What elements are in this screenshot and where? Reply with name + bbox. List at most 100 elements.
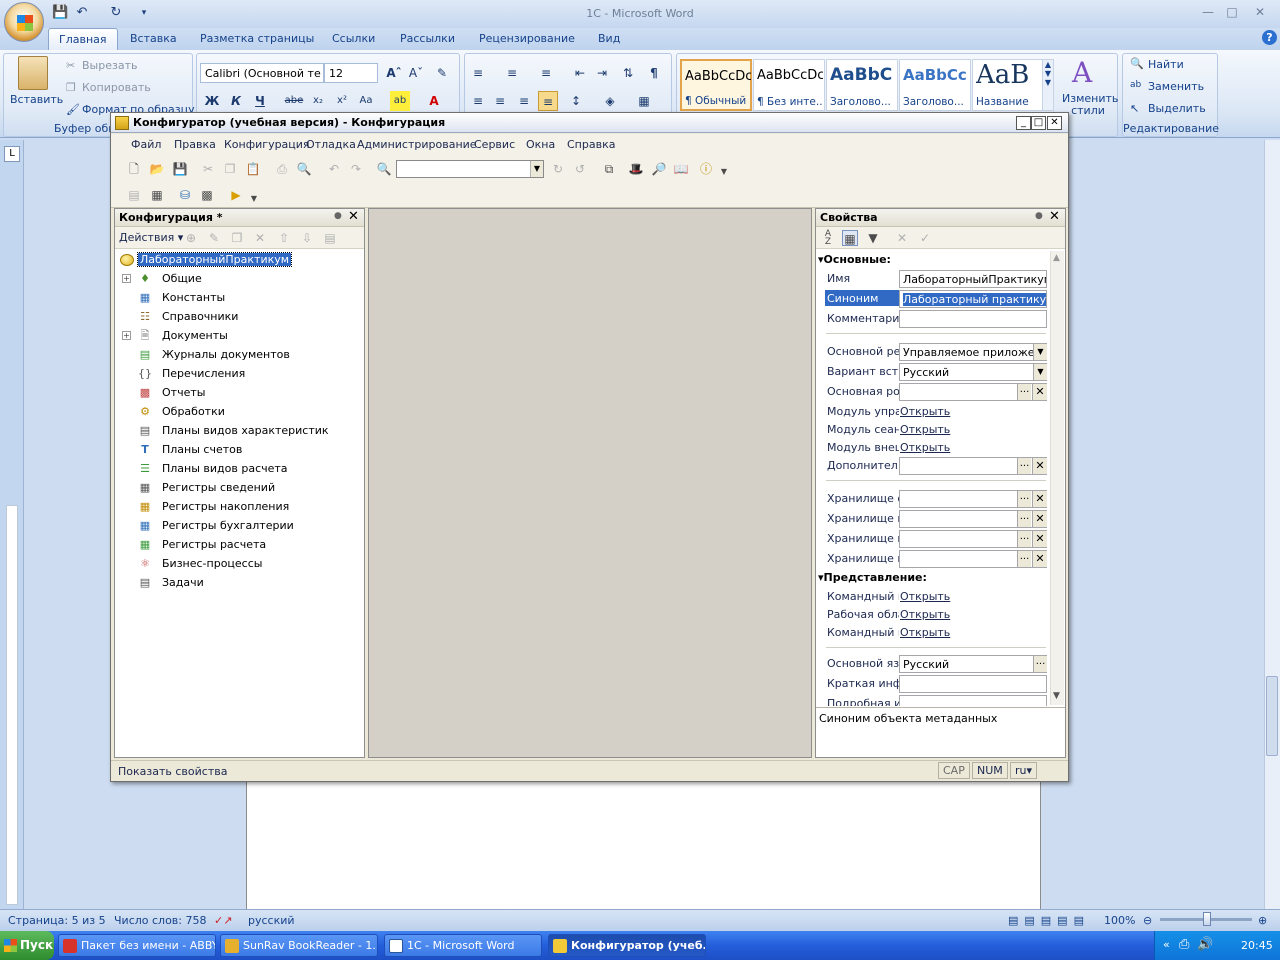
script-variant-select[interactable]: Русский	[899, 363, 1047, 381]
chevron-down-icon[interactable]: ▼	[1033, 364, 1047, 380]
shrink-font-icon[interactable]: Aˇ	[406, 63, 426, 83]
wizard-icon[interactable]: 🎩	[628, 161, 644, 177]
chevron-down-icon[interactable]: ▼	[1033, 344, 1047, 360]
new-icon[interactable]: 🗋	[126, 161, 142, 177]
book-icon[interactable]: 📖	[673, 161, 689, 177]
word-count[interactable]: Число слов: 758	[114, 914, 207, 927]
prop-short-info[interactable]: Краткая инфс	[818, 674, 1050, 693]
ellipsis-icon[interactable]: ...	[1017, 458, 1031, 474]
short-info-field[interactable]	[899, 675, 1047, 693]
tree-item-common[interactable]: + ♦ Общие	[118, 270, 362, 289]
word-minimize-button[interactable]: —	[1196, 3, 1220, 21]
syntax-assistant-icon[interactable]: 🔎	[651, 161, 667, 177]
style-normal[interactable]: AaBbCcDc ¶ Обычный	[680, 59, 752, 111]
tab-home[interactable]: Главная	[48, 28, 118, 50]
pin-icon[interactable]: ●	[1035, 211, 1043, 221]
open-link[interactable]: Открыть	[899, 439, 1047, 457]
tab-insert[interactable]: Вставка	[130, 32, 177, 45]
change-styles-icon[interactable]: A	[1072, 56, 1092, 89]
actions-menu[interactable]: Действия ▾	[119, 231, 183, 244]
redo-icon[interactable]: ↷	[348, 161, 364, 177]
scroll-up-icon[interactable]: ▲	[1053, 253, 1060, 263]
print-icon[interactable]: ⎙	[274, 161, 290, 177]
panel-close-icon[interactable]: ✕	[348, 209, 359, 224]
prop-script-variant[interactable]: Вариант встр Русский ▼	[818, 362, 1050, 381]
task-bookreader[interactable]: SunRav BookReader - 1...	[220, 934, 378, 957]
tree-item-accum-registers[interactable]: ▦ Регистры накопления	[118, 498, 362, 517]
run-dropdown-icon[interactable]: ▼	[246, 191, 262, 207]
superscript-icon[interactable]: x²	[332, 91, 352, 111]
find-button[interactable]: Найти	[1148, 58, 1184, 71]
clear-icon[interactable]: ✕	[1032, 551, 1047, 567]
align-center-icon[interactable]: ≡	[490, 91, 510, 111]
start-button[interactable]: Пуск	[0, 931, 54, 960]
copy-object-icon[interactable]: ❐	[229, 230, 245, 246]
language-indicator[interactable]: ru▾	[1010, 762, 1038, 779]
scrollbar-thumb[interactable]	[1266, 676, 1278, 756]
tab-review[interactable]: Рецензирование	[479, 32, 575, 45]
prop-name[interactable]: Имя ЛабораторныйПрактикум	[818, 269, 1050, 288]
edit-icon[interactable]: ✎	[206, 230, 222, 246]
zoom-out-icon[interactable]: ⊖	[1143, 914, 1152, 927]
tab-references[interactable]: Ссылки	[332, 32, 375, 45]
section-main[interactable]: ▾Основные:	[818, 253, 891, 266]
change-styles-button[interactable]: Изменить стили	[1062, 93, 1118, 117]
search-input[interactable]: ▼	[396, 160, 544, 178]
zoom-in-icon[interactable]: ⊕	[1258, 914, 1267, 927]
search-icon[interactable]: 🔍	[376, 161, 392, 177]
clear-icon[interactable]: ✕	[1032, 384, 1047, 400]
prop-external-module[interactable]: Модуль внеш Открыть	[818, 438, 1050, 457]
page-count[interactable]: Страница: 5 из 5	[8, 914, 106, 927]
zoom-slider-thumb[interactable]	[1203, 912, 1211, 926]
bullets-icon[interactable]: ≡	[468, 63, 488, 83]
tree-item-documents[interactable]: + 🗎 Документы	[118, 327, 362, 346]
prop-command-interface-1[interactable]: Командный и Открыть	[818, 587, 1050, 606]
menu-file[interactable]: Файл	[131, 138, 161, 151]
scroll-down-icon[interactable]: ▼	[1053, 691, 1060, 701]
properties-scrollbar[interactable]: ▲ ▼	[1050, 251, 1064, 705]
tree-item-calc-types[interactable]: ☰ Планы видов расчета	[118, 460, 362, 479]
align-left-icon[interactable]: ≡	[468, 91, 488, 111]
cut-icon[interactable]: ✂	[200, 161, 216, 177]
paste-icon[interactable]: 📋	[245, 161, 261, 177]
italic-icon[interactable]: К	[226, 91, 246, 111]
name-field[interactable]: ЛабораторныйПрактикум	[899, 270, 1047, 288]
chevron-down-icon[interactable]: ▼	[530, 161, 543, 177]
cut-icon[interactable]: ✂	[66, 59, 75, 72]
tree-item-charts-of-accounts[interactable]: Т Планы счетов	[118, 441, 362, 460]
c1-close-button[interactable]: ✕	[1047, 116, 1062, 130]
replace-icon[interactable]: ab	[1130, 80, 1141, 90]
menu-edit[interactable]: Правка	[174, 138, 216, 151]
vertical-scrollbar[interactable]	[1264, 140, 1280, 910]
task-abbyy[interactable]: Пакет без имени - ABBY...	[58, 934, 216, 957]
add-icon[interactable]: ⊕	[183, 230, 199, 246]
change-case-icon[interactable]: Aa	[356, 91, 376, 111]
prop-work-area[interactable]: Рабочая обла Открыть	[818, 605, 1050, 624]
prop-storage-2[interactable]: Хранилище п... ✕	[818, 509, 1050, 528]
copy-button[interactable]: Копировать	[82, 81, 151, 94]
prop-additional[interactable]: Дополнител... ✕	[818, 456, 1050, 475]
menu-service[interactable]: Сервис	[474, 138, 515, 151]
info-icon[interactable]: ⓘ	[698, 161, 714, 177]
ellipsis-icon[interactable]: ...	[1017, 491, 1031, 507]
pin-icon[interactable]: ●	[334, 211, 342, 221]
format-painter-icon[interactable]: 🖌	[66, 103, 80, 116]
copy-icon[interactable]: ❐	[66, 81, 76, 94]
tree-item-catalogs[interactable]: ☷ Справочники	[118, 308, 362, 327]
menu-administration[interactable]: Администрирование	[357, 138, 477, 151]
open-link[interactable]: Открыть	[899, 606, 1047, 624]
select-icon[interactable]: ↖	[1130, 102, 1139, 115]
multilevel-list-icon[interactable]: ≡	[536, 63, 556, 83]
tree-item-dataprocessors[interactable]: ⚙ Обработки	[118, 403, 362, 422]
copy-icon[interactable]: ❐	[222, 161, 238, 177]
expand-icon[interactable]: +	[122, 331, 131, 340]
tab-page-layout[interactable]: Разметка страницы	[200, 32, 314, 45]
numbering-icon[interactable]: ≡	[502, 63, 522, 83]
menu-help[interactable]: Справка	[567, 138, 615, 151]
ellipsis-icon[interactable]: ...	[1017, 531, 1031, 547]
shading-icon[interactable]: ◈	[600, 91, 620, 111]
clear-icon[interactable]: ✕	[1032, 511, 1047, 527]
font-color-icon[interactable]: A	[424, 91, 444, 111]
underline-icon[interactable]: Ч	[250, 91, 270, 111]
cut-button[interactable]: Вырезать	[82, 59, 137, 72]
